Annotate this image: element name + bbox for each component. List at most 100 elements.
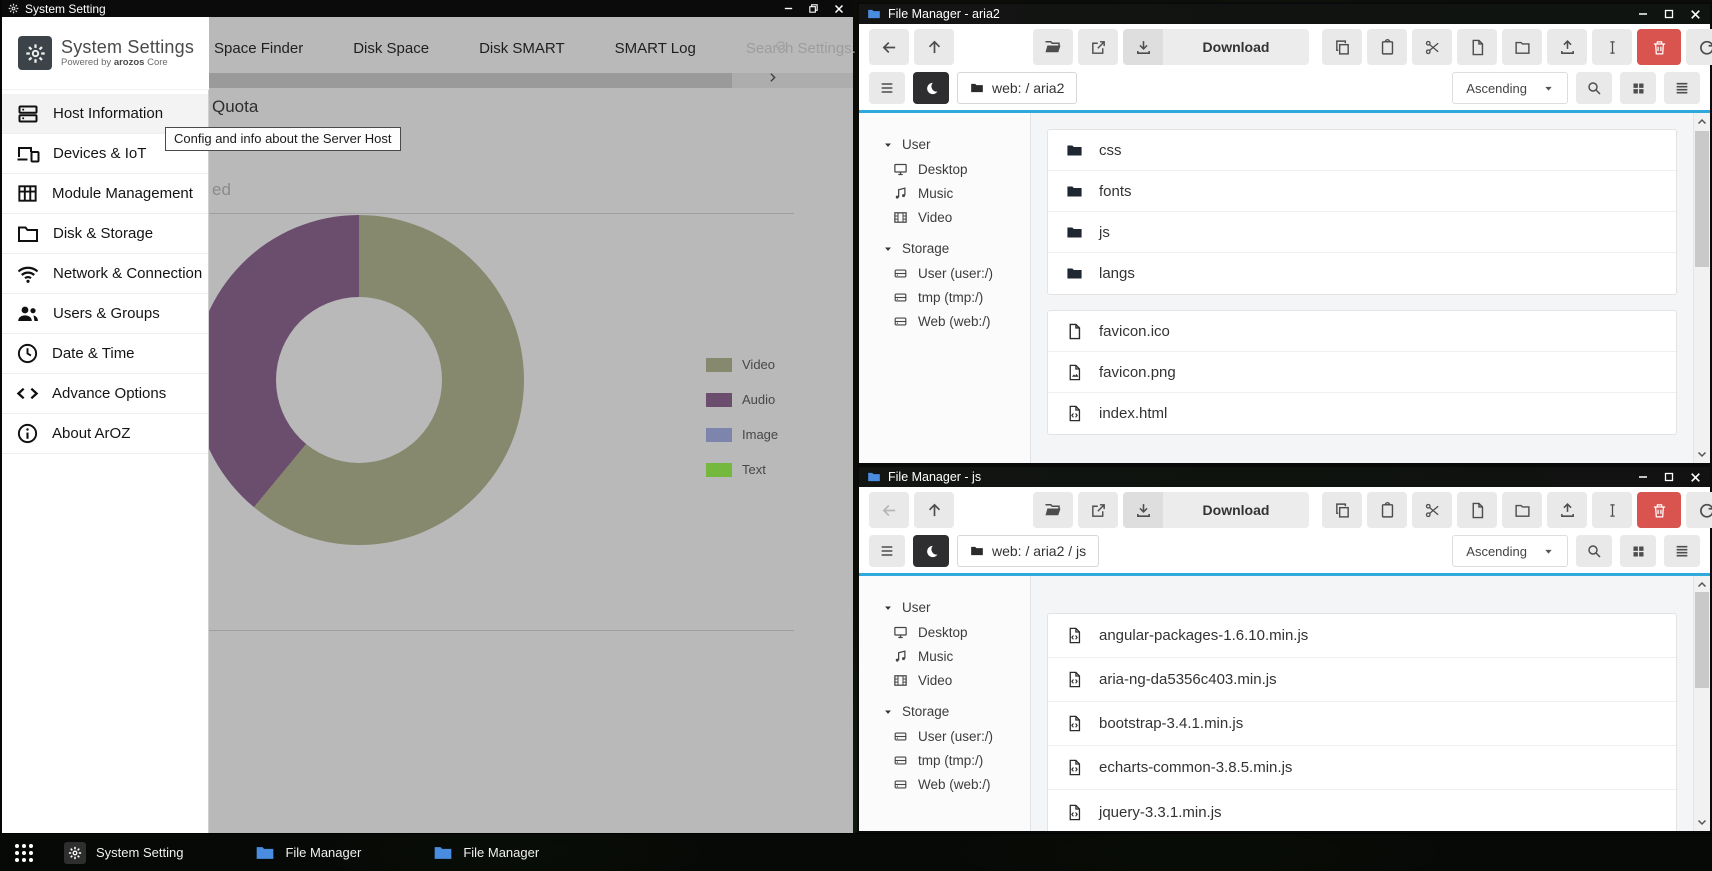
- list-item-file-favicon-ico[interactable]: favicon.ico: [1048, 311, 1676, 352]
- maximize-button[interactable]: [1663, 471, 1675, 483]
- list-item-folder-js[interactable]: js: [1048, 212, 1676, 253]
- tree-section-storage[interactable]: Storage: [883, 699, 1030, 724]
- cut-button[interactable]: [1412, 492, 1452, 528]
- grid-view-button[interactable]: [1620, 72, 1656, 104]
- delete-button[interactable]: [1637, 492, 1681, 528]
- scroll-up-icon[interactable]: [1696, 579, 1708, 591]
- sidebar-item-disk-storage[interactable]: Disk & Storage: [2, 214, 208, 254]
- rename-button[interactable]: [1592, 492, 1632, 528]
- list-view-button[interactable]: [1664, 535, 1700, 567]
- menu-button[interactable]: [869, 535, 905, 567]
- minimize-button[interactable]: [1637, 471, 1649, 483]
- sidebar-item-about-aroz[interactable]: About ArOZ: [2, 414, 208, 454]
- menu-button[interactable]: [869, 72, 905, 104]
- maximize-button[interactable]: [1663, 8, 1675, 20]
- refresh-button[interactable]: [1686, 29, 1712, 65]
- list-item-folder-fonts[interactable]: fonts: [1048, 171, 1676, 212]
- taskbar-item-file-manager-1[interactable]: File Manager: [255, 843, 361, 863]
- scroll-down-icon[interactable]: [1696, 816, 1708, 828]
- tab-scrollbar[interactable]: [209, 73, 853, 88]
- system-settings-titlebar[interactable]: System Setting: [2, 0, 853, 17]
- fm-titlebar[interactable]: File Manager - aria2: [859, 4, 1710, 24]
- list-item-file-echarts[interactable]: echarts-common-3.8.5.min.js: [1048, 746, 1676, 790]
- tree-section-user[interactable]: User: [883, 595, 1030, 620]
- copy-button[interactable]: [1322, 29, 1362, 65]
- rename-button[interactable]: [1592, 29, 1632, 65]
- open-button[interactable]: [1033, 29, 1073, 65]
- scrollbar-thumb[interactable]: [1695, 131, 1709, 267]
- taskbar-item-system-setting[interactable]: System Setting: [64, 842, 183, 864]
- scrollbar[interactable]: [1693, 576, 1710, 831]
- download-button[interactable]: Download: [1123, 492, 1309, 528]
- breadcrumb[interactable]: web: / aria2: [957, 72, 1077, 104]
- minimize-button[interactable]: [783, 3, 794, 14]
- scrollbar[interactable]: [1693, 113, 1710, 463]
- back-button[interactable]: [869, 29, 909, 65]
- tree-item-web-drive[interactable]: Web (web:/): [883, 772, 1030, 796]
- dark-mode-button[interactable]: [913, 535, 949, 567]
- download-button[interactable]: Download: [1123, 29, 1309, 65]
- copy-button[interactable]: [1322, 492, 1362, 528]
- app-launcher-grid-icon[interactable]: [12, 841, 36, 865]
- open-button[interactable]: [1033, 492, 1073, 528]
- tree-item-web-drive[interactable]: Web (web:/): [883, 309, 1030, 333]
- tree-item-user-drive[interactable]: User (user:/): [883, 261, 1030, 285]
- new-file-button[interactable]: [1457, 29, 1497, 65]
- fm-titlebar[interactable]: File Manager - js: [859, 467, 1710, 487]
- sidebar-item-module-management[interactable]: Module Management: [2, 174, 208, 214]
- cut-button[interactable]: [1412, 29, 1452, 65]
- paste-button[interactable]: [1367, 29, 1407, 65]
- list-view-button[interactable]: [1664, 72, 1700, 104]
- close-button[interactable]: [1689, 471, 1702, 484]
- list-item-folder-langs[interactable]: langs: [1048, 253, 1676, 294]
- search-button[interactable]: [1576, 535, 1612, 567]
- taskbar-item-file-manager-2[interactable]: File Manager: [433, 843, 539, 863]
- paste-button[interactable]: [1367, 492, 1407, 528]
- scroll-down-icon[interactable]: [1696, 448, 1708, 460]
- tree-item-video[interactable]: Video: [883, 205, 1030, 229]
- breadcrumb[interactable]: web: / aria2 / js: [957, 535, 1099, 567]
- list-item-file-jquery[interactable]: jquery-3.3.1.min.js: [1048, 790, 1676, 831]
- refresh-button[interactable]: [1686, 492, 1712, 528]
- scroll-up-icon[interactable]: [1696, 116, 1708, 128]
- open-external-button[interactable]: [1078, 492, 1118, 528]
- search-button[interactable]: [1576, 72, 1612, 104]
- tab-disk-smart[interactable]: Disk SMART: [479, 40, 565, 57]
- sort-order-dropdown[interactable]: Ascending: [1452, 72, 1568, 104]
- tree-section-user[interactable]: User: [883, 132, 1030, 157]
- delete-button[interactable]: [1637, 29, 1681, 65]
- tree-item-video[interactable]: Video: [883, 668, 1030, 692]
- list-item-file-favicon-png[interactable]: favicon.png: [1048, 352, 1676, 393]
- list-item-folder-css[interactable]: css: [1048, 130, 1676, 171]
- tree-item-tmp-drive[interactable]: tmp (tmp:/): [883, 748, 1030, 772]
- list-item-file-bootstrap[interactable]: bootstrap-3.4.1.min.js: [1048, 702, 1676, 746]
- tab-scrollbar-thumb[interactable]: [209, 73, 732, 88]
- tree-item-desktop[interactable]: Desktop: [883, 620, 1030, 644]
- search-icon[interactable]: [774, 39, 789, 54]
- new-folder-button[interactable]: [1502, 29, 1542, 65]
- tab-disk-space[interactable]: Disk Space: [353, 40, 429, 57]
- sidebar-item-advance-options[interactable]: Advance Options: [2, 374, 208, 414]
- tree-section-storage[interactable]: Storage: [883, 236, 1030, 261]
- sidebar-item-date-time[interactable]: Date & Time: [2, 334, 208, 374]
- new-folder-button[interactable]: [1502, 492, 1542, 528]
- new-file-button[interactable]: [1457, 492, 1497, 528]
- scrollbar-thumb[interactable]: [1695, 592, 1709, 688]
- upload-button[interactable]: [1547, 29, 1587, 65]
- tree-item-music[interactable]: Music: [883, 644, 1030, 668]
- sidebar-item-network-connection[interactable]: Network & Connection: [2, 254, 208, 294]
- up-button[interactable]: [914, 492, 954, 528]
- list-item-file-aria-ng[interactable]: aria-ng-da5356c403.min.js: [1048, 658, 1676, 702]
- list-item-file-index-html[interactable]: index.html: [1048, 393, 1676, 434]
- minimize-button[interactable]: [1637, 8, 1649, 20]
- tree-item-desktop[interactable]: Desktop: [883, 157, 1030, 181]
- list-item-file-angular[interactable]: angular-packages-1.6.10.min.js: [1048, 614, 1676, 658]
- chevron-right-icon[interactable]: [766, 71, 779, 84]
- grid-view-button[interactable]: [1620, 535, 1656, 567]
- sort-order-dropdown[interactable]: Ascending: [1452, 535, 1568, 567]
- sidebar-item-users-groups[interactable]: Users & Groups: [2, 294, 208, 334]
- close-button[interactable]: [1689, 8, 1702, 21]
- settings-search-input[interactable]: Search Settings...: [746, 40, 864, 57]
- dark-mode-button[interactable]: [913, 72, 949, 104]
- tab-smart-log[interactable]: SMART Log: [615, 40, 696, 57]
